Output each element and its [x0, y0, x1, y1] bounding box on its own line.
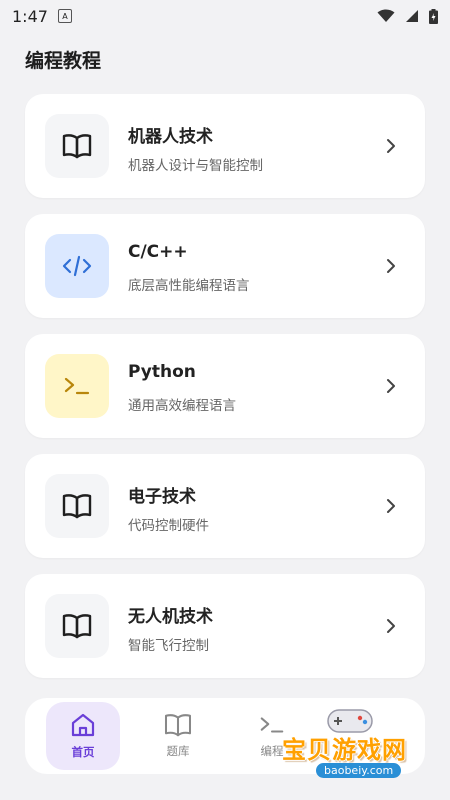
- nav-tab-home[interactable]: 首页: [46, 702, 120, 770]
- course-title: Python: [128, 362, 196, 382]
- course-title: 电子技术: [128, 487, 196, 507]
- code-icon: [62, 255, 92, 277]
- nav-label-questions: 题库: [166, 744, 190, 758]
- watermark-text: 宝贝游戏网: [282, 736, 407, 764]
- battery-icon: [429, 8, 438, 24]
- course-icon-box: [45, 474, 109, 538]
- chevron-right-icon: [387, 619, 395, 633]
- course-icon-box: [45, 594, 109, 658]
- watermark-url: baobeiy.com: [316, 763, 402, 778]
- course-subtitle: 代码控制硬件: [128, 518, 209, 534]
- course-card-drone[interactable]: 无人机技术 智能飞行控制: [25, 574, 425, 678]
- course-card-robotics[interactable]: 机器人技术 机器人设计与智能控制: [25, 94, 425, 198]
- book-icon: [62, 494, 92, 519]
- course-icon-box: [45, 114, 109, 178]
- course-subtitle: 机器人设计与智能控制: [128, 158, 263, 174]
- course-card-cpp[interactable]: C/C++ 底层高性能编程语言: [25, 214, 425, 318]
- course-icon-box: [45, 354, 109, 418]
- course-card-electronics[interactable]: 电子技术 代码控制硬件: [25, 454, 425, 558]
- home-icon: [71, 713, 95, 737]
- course-card-python[interactable]: Python 通用高效编程语言: [25, 334, 425, 438]
- page-title: 编程教程: [25, 50, 102, 72]
- course-title: 机器人技术: [128, 127, 213, 147]
- chevron-right-icon: [387, 379, 395, 393]
- book-icon: [164, 714, 192, 737]
- course-subtitle: 智能飞行控制: [128, 638, 209, 654]
- cellular-icon: [406, 10, 418, 22]
- course-subtitle: 底层高性能编程语言: [128, 278, 250, 294]
- book-icon: [62, 614, 92, 639]
- status-right: [377, 8, 438, 24]
- chevron-right-icon: [387, 139, 395, 153]
- terminal-icon: [64, 377, 90, 395]
- status-bar: 1:47 A: [0, 0, 450, 32]
- book-icon: [62, 134, 92, 159]
- watermark: 宝贝游戏网 baobeiy.com: [268, 706, 446, 786]
- course-title: 无人机技术: [128, 607, 213, 627]
- course-icon-box: [45, 234, 109, 298]
- chevron-right-icon: [387, 499, 395, 513]
- nav-tab-questions[interactable]: 题库: [141, 702, 215, 770]
- wifi-icon: [377, 9, 395, 22]
- notification-icon: A: [57, 9, 72, 23]
- chevron-right-icon: [387, 259, 395, 273]
- status-left: 1:47 A: [12, 7, 72, 26]
- course-subtitle: 通用高效编程语言: [128, 398, 236, 414]
- status-time: 1:47: [12, 6, 48, 26]
- nav-label-home: 首页: [71, 745, 95, 759]
- course-title: C/C++: [128, 242, 188, 262]
